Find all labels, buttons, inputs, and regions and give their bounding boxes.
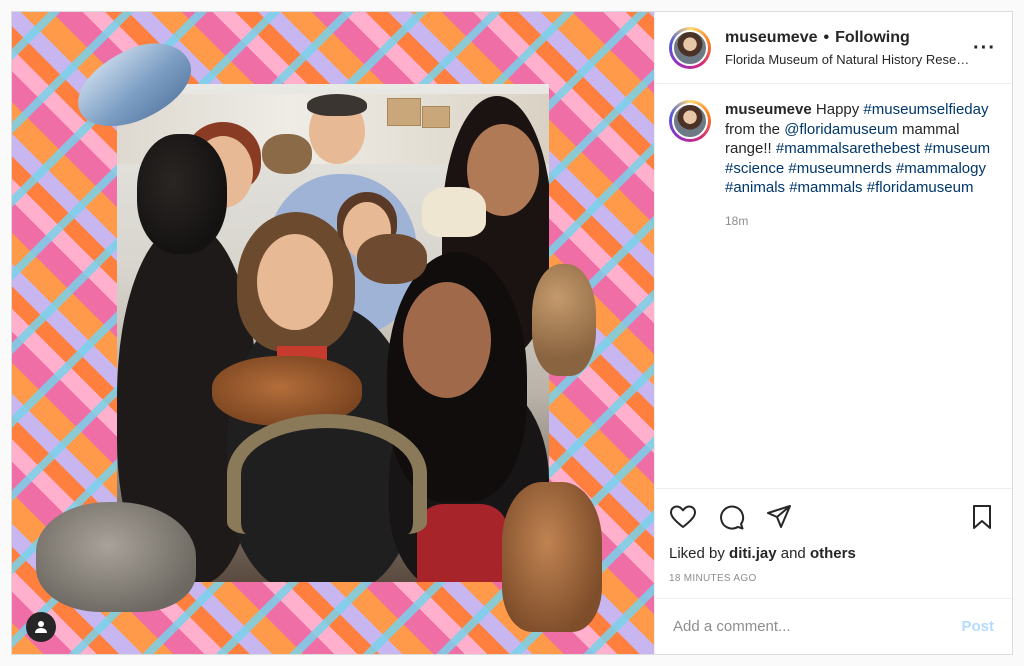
storage-box [422, 106, 450, 128]
user-icon [35, 621, 47, 633]
mention-link[interactable]: @floridamuseum [784, 121, 898, 138]
fawn-sticker [502, 482, 602, 632]
likes-line: Liked by diti.jay and others [669, 545, 996, 562]
face [403, 282, 491, 398]
separator-dot: • [823, 28, 830, 46]
liked-by-prefix: Liked by [669, 545, 725, 562]
caption-fragment: Happy [815, 101, 864, 118]
face [257, 234, 333, 330]
heart-icon[interactable] [669, 503, 697, 531]
antelope-horns [227, 414, 427, 534]
header-text: museumeve • Following Florida Museum of … [725, 29, 972, 67]
caption-username[interactable]: museumeve [725, 101, 812, 118]
avatar [672, 103, 708, 139]
bookmark-icon[interactable] [968, 503, 996, 531]
avatar-story-ring[interactable] [669, 100, 711, 142]
post-timestamp[interactable]: 18 MINUTES AGO [669, 573, 996, 584]
username-link[interactable]: museumeve [725, 29, 818, 47]
squirrel-sticker [532, 264, 596, 376]
hashtag-link[interactable]: #animals [725, 179, 785, 196]
action-icons [669, 501, 996, 533]
paper-plane-icon[interactable] [765, 503, 793, 531]
tagged-users-button[interactable] [26, 612, 56, 642]
liker-username[interactable]: diti.jay [729, 545, 777, 562]
caption-text: museumeve Happy #museumselfieday from th… [725, 100, 996, 198]
liked-by-joiner: and [780, 545, 806, 562]
header-line: museumeve • Following [725, 29, 972, 47]
hashtag-link[interactable]: #museum [924, 140, 990, 157]
hashtag-link[interactable]: #mammalogy [896, 160, 986, 177]
others-link[interactable]: others [810, 545, 856, 562]
hashtag-link[interactable]: #museumselfieday [863, 101, 988, 118]
hashtag-link[interactable]: #mammals [789, 179, 862, 196]
more-horizontal-icon[interactable]: ··· [972, 38, 996, 58]
post-comment-button[interactable]: Post [961, 618, 994, 635]
avatar [672, 29, 708, 66]
rhino-sticker [36, 502, 196, 612]
comments-area: museumeve Happy #museumselfieday from th… [655, 84, 1012, 488]
comment-composer: Post [655, 598, 1012, 654]
post-card: museumeve • Following Florida Museum of … [11, 11, 1013, 655]
follow-status-button[interactable]: Following [835, 29, 910, 47]
small-mammal-specimen [357, 234, 427, 284]
post-sidebar: museumeve • Following Florida Museum of … [654, 12, 1012, 654]
location-link[interactable]: Florida Museum of Natural History Resear… [725, 52, 972, 67]
skunk-specimen [137, 134, 227, 254]
hashtag-link[interactable]: #floridamuseum [867, 179, 974, 196]
post-media[interactable] [12, 12, 654, 654]
red-top [417, 504, 507, 582]
specimen-on-tray [262, 134, 312, 174]
caption-body: museumeve Happy #museumselfieday from th… [725, 100, 996, 231]
storage-box [387, 98, 421, 126]
caption-comment: museumeve Happy #museumselfieday from th… [669, 100, 996, 231]
comment-input[interactable] [673, 618, 962, 635]
comment-icon[interactable] [717, 503, 745, 531]
caption-fragment: from the [725, 120, 785, 138]
hair [307, 94, 367, 116]
hashtag-link[interactable]: #museumnerds [788, 160, 891, 177]
hashtag-link[interactable]: #science [725, 160, 784, 177]
skull-sticker [422, 187, 486, 237]
hashtag-link[interactable]: #mammalsarethebest [776, 140, 920, 157]
caption-time[interactable]: 18m [725, 212, 996, 232]
selfie-photo [117, 84, 549, 582]
avatar-story-ring[interactable] [669, 26, 711, 69]
post-header: museumeve • Following Florida Museum of … [655, 12, 1012, 84]
action-bar: Liked by diti.jay and others 18 MINUTES … [655, 488, 1012, 598]
